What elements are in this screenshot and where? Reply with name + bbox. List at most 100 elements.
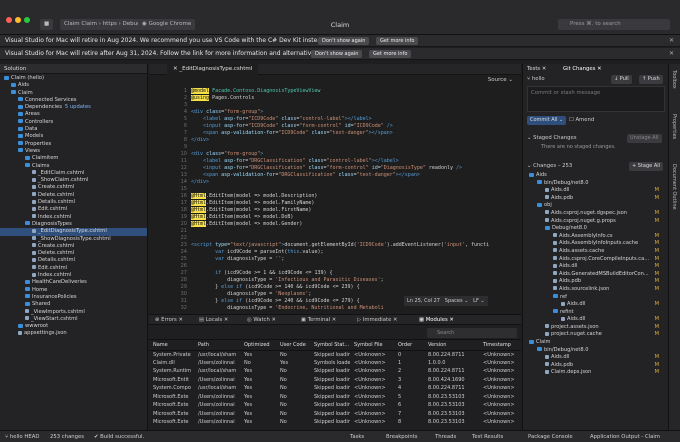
change-item[interactable]: Aids.pdb M <box>523 278 668 286</box>
status-branch[interactable]: ⑂ hello HEAD <box>5 431 39 442</box>
global-search-input[interactable]: Press ⌘. to search <box>558 19 670 30</box>
commit-all-button[interactable]: Commit All ⌄ <box>527 116 567 125</box>
status-test-results[interactable]: Test Results <box>472 431 503 442</box>
commit-message-input[interactable]: Commit or stash message <box>527 86 665 112</box>
table-row[interactable]: Microsoft.Exte/Users/zolinnai Yes No Skippe… <box>149 418 521 427</box>
cursor-position[interactable]: Ln 25, Col 27 <box>407 298 440 304</box>
solution-item[interactable]: Details.cshtml <box>0 199 147 206</box>
solution-item[interactable]: Details.cshtml <box>0 257 147 264</box>
tab-locals[interactable]: ▤ Locals ✕ <box>199 315 228 326</box>
document-outline-tab[interactable]: Document Outline <box>671 164 677 210</box>
tab-immediate[interactable]: ▷ Immediate ✕ <box>357 315 397 326</box>
solution-item[interactable]: wwwroot <box>0 323 147 330</box>
solution-item[interactable]: _ShowDiagnosisType.cshtml <box>0 236 147 243</box>
run-config-selector[interactable]: Claim Claim › https › Debug <box>60 19 145 30</box>
change-item[interactable]: Aids.dll M <box>523 301 668 309</box>
modules-column-header[interactable]: Order <box>394 340 424 351</box>
amend-checkbox[interactable]: ☐ Amend <box>569 116 594 125</box>
change-item[interactable]: Aids.pdb M <box>523 362 668 370</box>
dont-show-again-button[interactable]: Don't show again <box>318 37 370 45</box>
solution-item[interactable]: HealthCareDeliveries <box>0 279 147 286</box>
cursor-status[interactable]: Ln 25, Col 27 Spaces ⌄ LF ⌄ <box>404 296 488 306</box>
minimize-window-button[interactable] <box>15 17 21 23</box>
stage-all-button[interactable]: + Stage All <box>629 162 664 171</box>
get-more-info-button-2[interactable]: Get more info <box>369 50 412 58</box>
changes-header[interactable]: ⌄ Changes – 253 <box>527 162 572 171</box>
change-item[interactable]: Aids <box>523 172 668 180</box>
unstage-all-button[interactable]: Unstage All <box>627 134 662 143</box>
close-window-button[interactable] <box>6 17 12 23</box>
modules-column-header[interactable]: Optimized <box>240 340 276 351</box>
solution-item[interactable]: Models <box>0 133 147 140</box>
zoom-window-button[interactable] <box>24 17 30 23</box>
change-item[interactable]: ref <box>523 294 668 302</box>
solution-item[interactable]: Claimitem <box>0 155 147 162</box>
status-application-output[interactable]: Application Output - Claim <box>590 431 660 442</box>
solution-item[interactable]: Connected Services <box>0 97 147 104</box>
solution-item[interactable]: Home <box>0 287 147 294</box>
status-changes[interactable]: 253 changes <box>50 431 84 442</box>
change-item[interactable]: Aids.AssemblyInfo.cs M <box>523 233 668 241</box>
change-item[interactable]: Aids.dll M <box>523 263 668 271</box>
change-item[interactable]: bin/Debug/net8.0 <box>523 347 668 355</box>
change-item[interactable]: Aids.GeneratedMSBuildEditorCon... M <box>523 271 668 279</box>
indent-setting[interactable]: Spaces <box>445 298 463 304</box>
solution-item[interactable]: _ShowClaim.cshtml <box>0 177 147 184</box>
pull-button[interactable]: ↓ Pull <box>611 75 632 84</box>
change-item[interactable]: Aids.sourcelink.json M <box>523 286 668 294</box>
change-item[interactable]: Aids.pdb M <box>523 195 668 203</box>
table-row[interactable]: Claim.dll/Users/zolinnai No Yes Symbols loa… <box>149 359 521 368</box>
solution-item[interactable]: InsurancePolicies <box>0 294 147 301</box>
change-item[interactable]: Aids.dll M <box>523 354 668 362</box>
modules-column-header[interactable]: Symbol File <box>350 340 394 351</box>
table-row[interactable]: Microsoft.Exte/Users/zolinnai Yes No Skippe… <box>149 401 521 410</box>
branch-selector[interactable]: ⑂ hello <box>527 75 545 84</box>
change-item[interactable]: Claim <box>523 339 668 347</box>
properties-tab[interactable]: Properties <box>671 114 677 139</box>
table-row[interactable]: Microsoft.Exte/Users/zolinnai Yes No Skippe… <box>149 393 521 402</box>
modules-column-header[interactable]: User Code <box>276 340 310 351</box>
change-item[interactable]: Aids.assets.cache M <box>523 248 668 256</box>
tab-errors[interactable]: ⊗ Errors ✕ <box>155 315 183 326</box>
change-item[interactable]: project.assets.json M <box>523 324 668 332</box>
solution-item[interactable]: Delete.cshtml <box>0 250 147 257</box>
change-item[interactable]: Aids.dll M <box>523 316 668 324</box>
solution-item[interactable]: Shared <box>0 301 147 308</box>
change-item[interactable]: bin/Debug/net8.0 <box>523 180 668 188</box>
solution-item[interactable]: Claim (hello) <box>0 75 147 82</box>
modules-column-header[interactable]: Version <box>424 340 479 351</box>
solution-item[interactable]: Dependencies 5 updates <box>0 104 147 111</box>
modules-column-header[interactable]: Symbol Stat... <box>310 340 350 351</box>
solution-item[interactable]: Properties <box>0 141 147 148</box>
dont-show-again-button-2[interactable]: Don't show again <box>311 50 363 58</box>
tab-tests[interactable]: Tests ✕ <box>527 64 546 75</box>
get-more-info-button[interactable]: Get more info <box>376 37 419 45</box>
change-item[interactable]: refint <box>523 309 668 317</box>
solution-item[interactable]: _EditDiagnosisType.cshtml <box>0 228 147 236</box>
solution-item[interactable]: Create.cshtml <box>0 184 147 191</box>
code-text[interactable]: @model Facade.Contoso.DiagnosisTypeViewV… <box>191 88 517 314</box>
modules-column-header[interactable]: Name <box>149 340 194 351</box>
line-ending-setting[interactable]: LF <box>473 298 479 304</box>
solution-item[interactable]: Delete.cshtml <box>0 192 147 199</box>
change-item[interactable]: Claim.deps.json M <box>523 369 668 377</box>
status-threads[interactable]: Threads <box>435 431 456 442</box>
status-package-console[interactable]: Package Console <box>528 431 573 442</box>
table-row[interactable]: System.Compo/usr/local/sham Yes No Skipped … <box>149 384 521 393</box>
solution-item[interactable]: Controllers <box>0 119 147 126</box>
modules-search-input[interactable]: Search <box>427 328 517 338</box>
solution-item[interactable]: appsettings.json <box>0 330 147 337</box>
solution-item[interactable]: Create.cshtml <box>0 243 147 250</box>
solution-item[interactable]: _ViewStart.cshtml <box>0 316 147 323</box>
solution-item[interactable]: Areas <box>0 111 147 118</box>
solution-item[interactable]: Claim <box>0 90 147 97</box>
status-tasks[interactable]: Tasks <box>350 431 364 442</box>
table-row[interactable]: Microsoft.Entit/Users/zolinnai Yes No Skipp… <box>149 376 521 385</box>
solution-item[interactable]: Edit.cshtml <box>0 265 147 272</box>
solution-item[interactable]: Index.cshtml <box>0 272 147 279</box>
tab-terminal[interactable]: ▣ Terminal ✕ <box>301 315 336 326</box>
table-row[interactable]: Microsoft.Exte/Users/zolinnai Yes No Skippe… <box>149 410 521 419</box>
close-icon[interactable]: ✕ <box>669 48 674 60</box>
change-item[interactable]: Aids.dll M <box>523 187 668 195</box>
modules-column-header[interactable]: Timestamp <box>479 340 521 351</box>
